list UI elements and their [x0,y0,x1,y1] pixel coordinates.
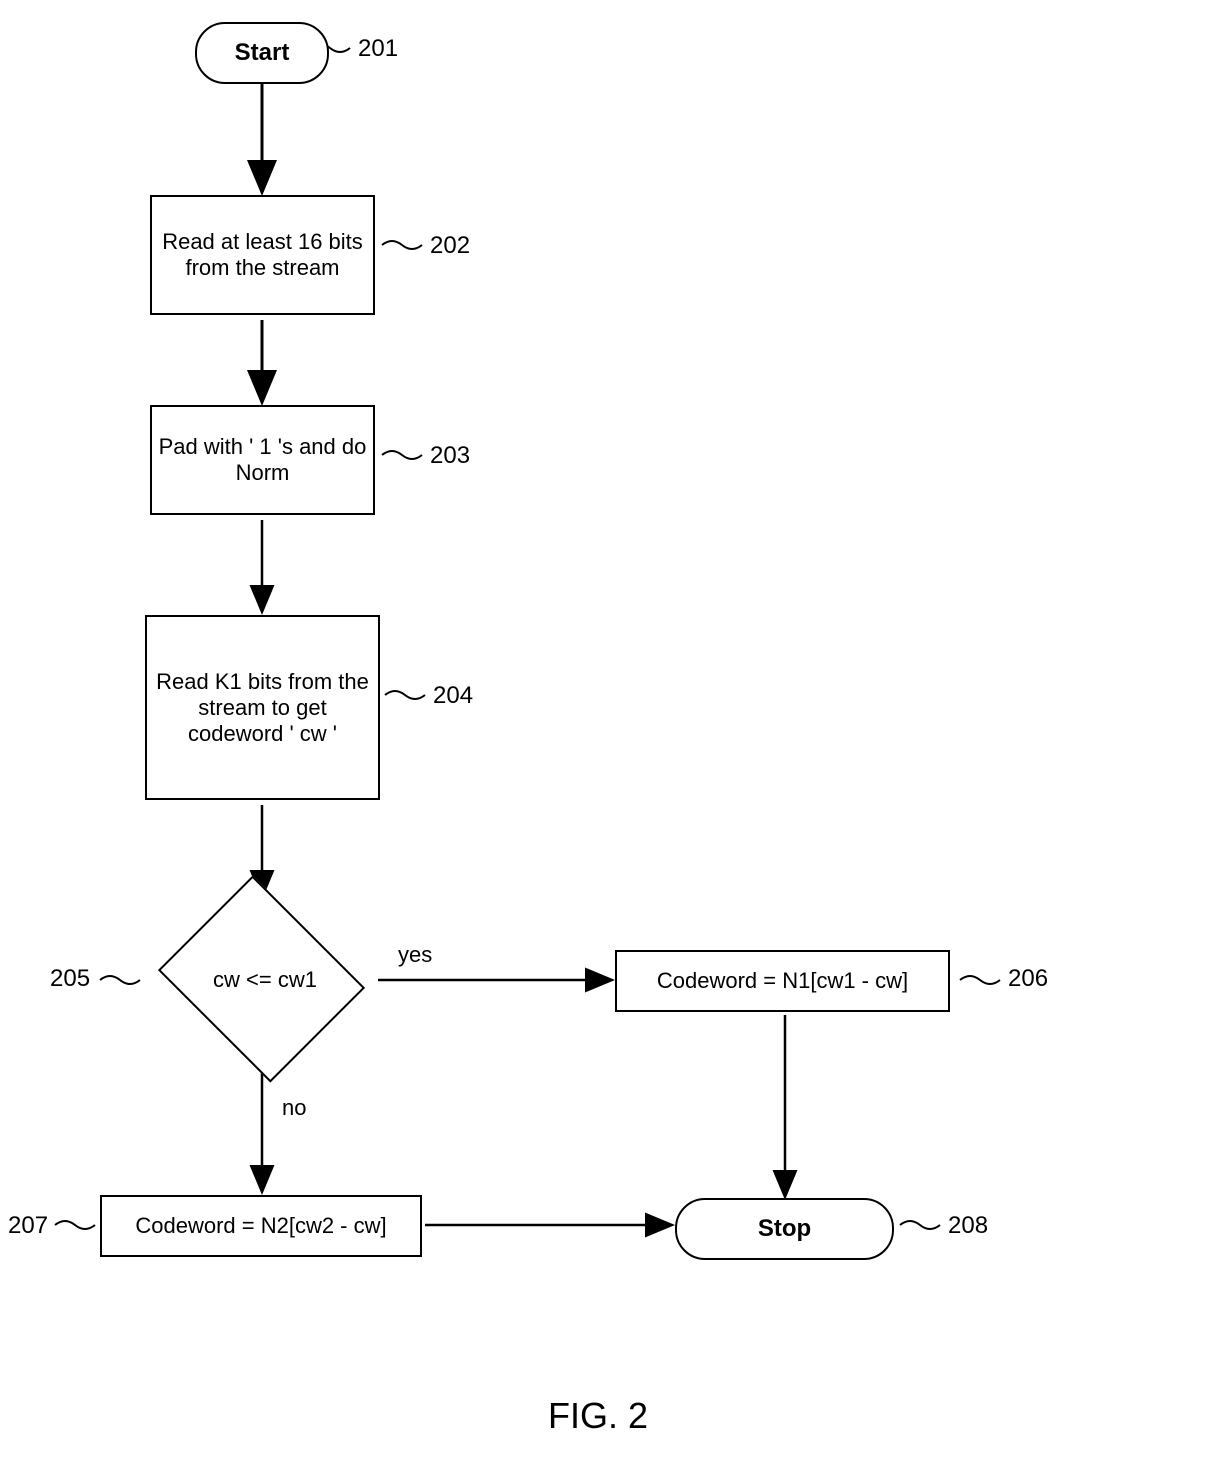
process-n1: Codeword = N1[cw1 - cw] [615,950,950,1012]
n2-label: Codeword = N2[cw2 - cw] [135,1213,386,1239]
no-label: no [282,1095,306,1121]
process-read16: Read at least 16 bits from the stream [150,195,375,315]
ref-204: 204 [433,682,473,710]
yes-label: yes [398,942,432,968]
ref-207: 207 [8,1212,48,1240]
figure-caption: FIG. 2 [548,1395,648,1437]
process-pad: Pad with ' 1 's and do Norm [150,405,375,515]
start-label: Start [235,39,290,67]
ref-201: 201 [358,35,398,63]
read16-label: Read at least 16 bits from the stream [157,229,368,281]
ref-208: 208 [948,1212,988,1240]
stop-terminator: Stop [675,1198,894,1260]
stop-label: Stop [758,1215,811,1243]
start-terminator: Start [195,22,329,84]
pad-label: Pad with ' 1 's and do Norm [157,434,368,486]
ref-206: 206 [1008,965,1048,993]
decision-label: cw <= cw1 [200,965,330,995]
ref-205: 205 [50,965,90,993]
process-n2: Codeword = N2[cw2 - cw] [100,1195,422,1257]
ref-202: 202 [430,232,470,260]
n1-label: Codeword = N1[cw1 - cw] [657,968,908,994]
readk1-label: Read K1 bits from the stream to get code… [152,669,373,747]
ref-203: 203 [430,442,470,470]
process-readk1: Read K1 bits from the stream to get code… [145,615,380,800]
flowchart-container: Start 201 Read at least 16 bits from the… [0,0,1225,1470]
